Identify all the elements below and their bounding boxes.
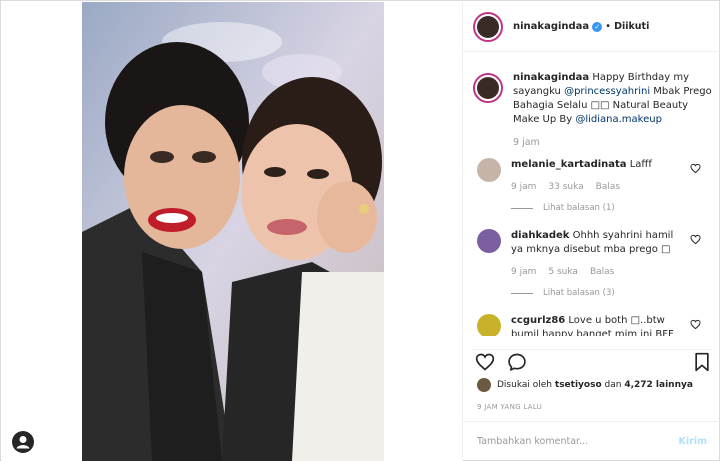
view-replies-button[interactable]: Lihat balasan (3) [511,286,686,300]
comment-item: melanie_kartadinata Lafff 9 jam 33 suka … [463,158,720,215]
caption-mention-link[interactable]: @princessyahrini [564,86,650,97]
caption-mention-link[interactable]: @lidiana.makeup [575,114,662,125]
follow-status-button[interactable]: Diikuti [614,21,649,32]
comment-username[interactable]: diahkadek [511,230,569,241]
post-details: ninakagindaa ✓ • Diikuti ninakagindaa Ha… [462,2,720,461]
caption-time: 9 jam [513,137,540,148]
post-photo-illustration [82,2,384,461]
post-photo[interactable] [82,2,384,461]
comment-likes[interactable]: 33 suka [548,180,583,194]
likes-mid: dan [604,380,622,390]
heart-icon[interactable] [690,319,701,330]
view-replies-label: Lihat balasan (3) [543,288,615,298]
likes-summary: Disukai oleh tsetiyoso dan 4,272 lainnya [477,378,693,392]
comment-item: diahkadek Ohhh syahrini hamil ya mknya d… [463,229,720,300]
caption-username[interactable]: ninakagindaa [513,72,589,83]
post-timestamp[interactable]: 9 JAM YANG LALU [477,403,542,411]
post-header: ninakagindaa ✓ • Diikuti [463,2,720,52]
heart-icon[interactable] [690,163,701,174]
comment-icon[interactable] [507,352,527,372]
liker-avatar[interactable] [477,378,491,392]
commenter-avatar[interactable] [477,314,501,336]
commenter-avatar[interactable] [477,229,501,253]
comment-time: 9 jam [511,182,537,192]
likes-count[interactable]: 4,272 lainnya [624,380,693,390]
comment-input[interactable] [477,436,679,447]
commenter-avatar[interactable] [477,158,501,182]
reply-button[interactable]: Balas [590,265,614,279]
author-avatar[interactable] [473,11,503,42]
comments-list[interactable]: ninakagindaa Happy Birthday my sayangku … [463,63,720,336]
comment-time: 9 jam [511,267,537,277]
comment-username[interactable]: melanie_kartadinata [511,159,627,170]
comment-likes[interactable]: 5 suka [548,265,578,279]
view-replies-button[interactable]: Lihat balasan (1) [511,201,686,215]
post-comment-button[interactable]: Kirim [679,436,707,447]
caption-avatar[interactable] [473,73,503,103]
comment-item: ccgurlz86 Love u both □..btw bumil happy… [463,314,720,336]
action-bar [473,349,711,373]
caption: ninakagindaa Happy Birthday my sayangku … [463,63,720,150]
liker-username[interactable]: tsetiyoso [555,380,602,390]
post-frame: ninakagindaa ✓ • Diikuti ninakagindaa Ha… [0,0,720,461]
bookmark-icon[interactable] [693,352,711,372]
reply-button[interactable]: Balas [596,180,620,194]
reply-divider [511,292,533,294]
author-username[interactable]: ninakagindaa [513,21,589,32]
reply-divider [511,207,533,209]
photo-pane [2,2,462,461]
verified-badge-icon: ✓ [592,21,603,32]
separator-dot: • [605,21,612,32]
user-tag-icon[interactable] [12,431,34,453]
view-replies-label: Lihat balasan (1) [543,203,615,213]
likes-prefix: Disukai oleh [497,380,553,390]
like-heart-icon[interactable] [475,352,495,372]
heart-icon[interactable] [690,234,701,245]
add-comment-bar: Kirim [463,421,720,461]
comment-username[interactable]: ccgurlz86 [511,315,565,326]
comment-text: Lafff [626,159,652,170]
